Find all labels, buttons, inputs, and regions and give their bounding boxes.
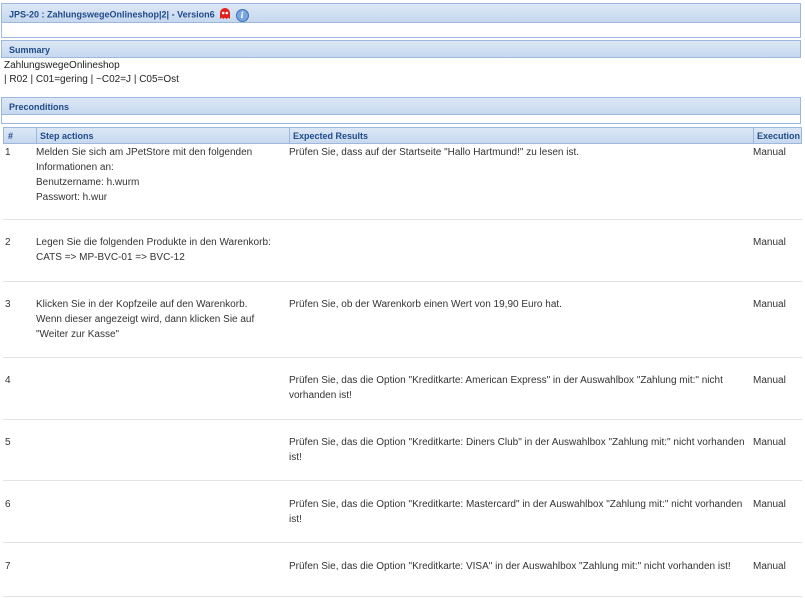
ghost-icon[interactable] — [219, 8, 231, 22]
execution-type: Manual — [753, 561, 786, 572]
expected-result-line: Prüfen Sie, ob der Warenkorb einen Wert … — [289, 299, 562, 310]
execution-type: Manual — [753, 499, 786, 510]
table-row: 2 Legen Sie die folgenden Produkte in de… — [3, 235, 802, 282]
title-spacer — [1, 23, 801, 38]
col-header-num: # — [8, 131, 14, 141]
preconditions-content — [1, 115, 801, 124]
execution-type: Manual — [753, 299, 786, 310]
expected-result-line: Prüfen Sie, das die Option "Kreditkarte:… — [289, 499, 743, 510]
step-action-line: Legen Sie die folgenden Produkte in den … — [36, 237, 271, 248]
summary-label: Summary — [9, 45, 51, 55]
expected-result-line: Prüfen Sie, das die Option "Kreditkarte:… — [289, 375, 723, 386]
expected-result: Prüfen Sie, dass auf der Startseite "Hal… — [289, 145, 751, 160]
expected-result-line: Prüfen Sie, das die Option "Kreditkarte:… — [289, 561, 731, 572]
step-action-line: CATS => MP-BVC-01 => BVC-12 — [36, 252, 185, 263]
execution-type: Manual — [753, 147, 786, 158]
step-action-line: Benutzername: h.wurm — [36, 177, 140, 188]
step-action-line: Wenn dieser angezeigt wird, dann klicken… — [36, 314, 255, 325]
table-row: 4 Prüfen Sie, das die Option "Kreditkart… — [3, 373, 802, 420]
step-action: Legen Sie die folgenden Produkte in den … — [36, 235, 284, 265]
table-row: 5 Prüfen Sie, das die Option "Kreditkart… — [3, 435, 802, 481]
step-action-line: Passwort: h.wur — [36, 192, 108, 203]
table-row: 1 Melden Sie sich am JPetStore mit den f… — [3, 145, 802, 220]
preconditions-header: Preconditions — [1, 97, 801, 115]
step-number: 2 — [5, 237, 11, 248]
step-action: Klicken Sie in der Kopfzeile auf den War… — [36, 297, 284, 342]
expected-result: Prüfen Sie, das die Option "Kreditkarte:… — [289, 435, 751, 465]
expected-result: Prüfen Sie, das die Option "Kreditkarte:… — [289, 373, 751, 403]
summary-line-1: ZahlungswegeOnlineshop — [4, 60, 120, 71]
summary-line-2: | R02 | C01=gering | ~C02=J | C05=Ost — [4, 74, 179, 85]
expected-result-line: ist! — [289, 452, 302, 463]
summary-content: ZahlungswegeOnlineshop | R02 | C01=gerin… — [4, 59, 179, 87]
testcase-title-bar: JPS-20 : ZahlungswegeOnlineshop|2| - Ver… — [1, 3, 801, 23]
step-action: Melden Sie sich am JPetStore mit den fol… — [36, 145, 284, 205]
col-header-execution: Execution — [757, 131, 801, 141]
col-header-step-actions: Step actions — [40, 131, 94, 141]
preconditions-label: Preconditions — [9, 102, 70, 112]
step-number: 4 — [5, 375, 11, 386]
expected-result-line: Prüfen Sie, das die Option "Kreditkarte:… — [289, 437, 745, 448]
step-number: 6 — [5, 499, 11, 510]
expected-result: Prüfen Sie, das die Option "Kreditkarte:… — [289, 497, 751, 527]
step-number: 1 — [5, 147, 11, 158]
expected-result: Prüfen Sie, das die Option "Kreditkarte:… — [289, 559, 751, 574]
info-icon[interactable]: i — [235, 8, 249, 22]
summary-header: Summary — [1, 40, 801, 58]
expected-result-line: ist! — [289, 514, 302, 525]
step-action-line: "Weiter zur Kasse" — [36, 329, 120, 340]
table-row: 7 Prüfen Sie, das die Option "Kreditkart… — [3, 559, 802, 597]
expected-result: Prüfen Sie, ob der Warenkorb einen Wert … — [289, 297, 751, 312]
step-action-line: Informationen an: — [36, 162, 114, 173]
step-action-line: Melden Sie sich am JPetStore mit den fol… — [36, 147, 253, 158]
step-number: 7 — [5, 561, 11, 572]
step-number: 3 — [5, 299, 11, 310]
expected-result-line: Prüfen Sie, dass auf der Startseite "Hal… — [289, 147, 580, 158]
step-number: 5 — [5, 437, 11, 448]
col-header-expected-results: Expected Results — [293, 131, 369, 141]
execution-type: Manual — [753, 437, 786, 448]
steps-table-header: # Step actions Expected Results Executio… — [3, 127, 802, 144]
step-action-line: Klicken Sie in der Kopfzeile auf den War… — [36, 299, 248, 310]
expected-result-line: vorhanden ist! — [289, 390, 352, 401]
table-row: 6 Prüfen Sie, das die Option "Kreditkart… — [3, 497, 802, 543]
execution-type: Manual — [753, 375, 786, 386]
execution-type: Manual — [753, 237, 786, 248]
testcase-title: JPS-20 : ZahlungswegeOnlineshop|2| - Ver… — [9, 9, 215, 20]
table-row: 3 Klicken Sie in der Kopfzeile auf den W… — [3, 297, 802, 358]
